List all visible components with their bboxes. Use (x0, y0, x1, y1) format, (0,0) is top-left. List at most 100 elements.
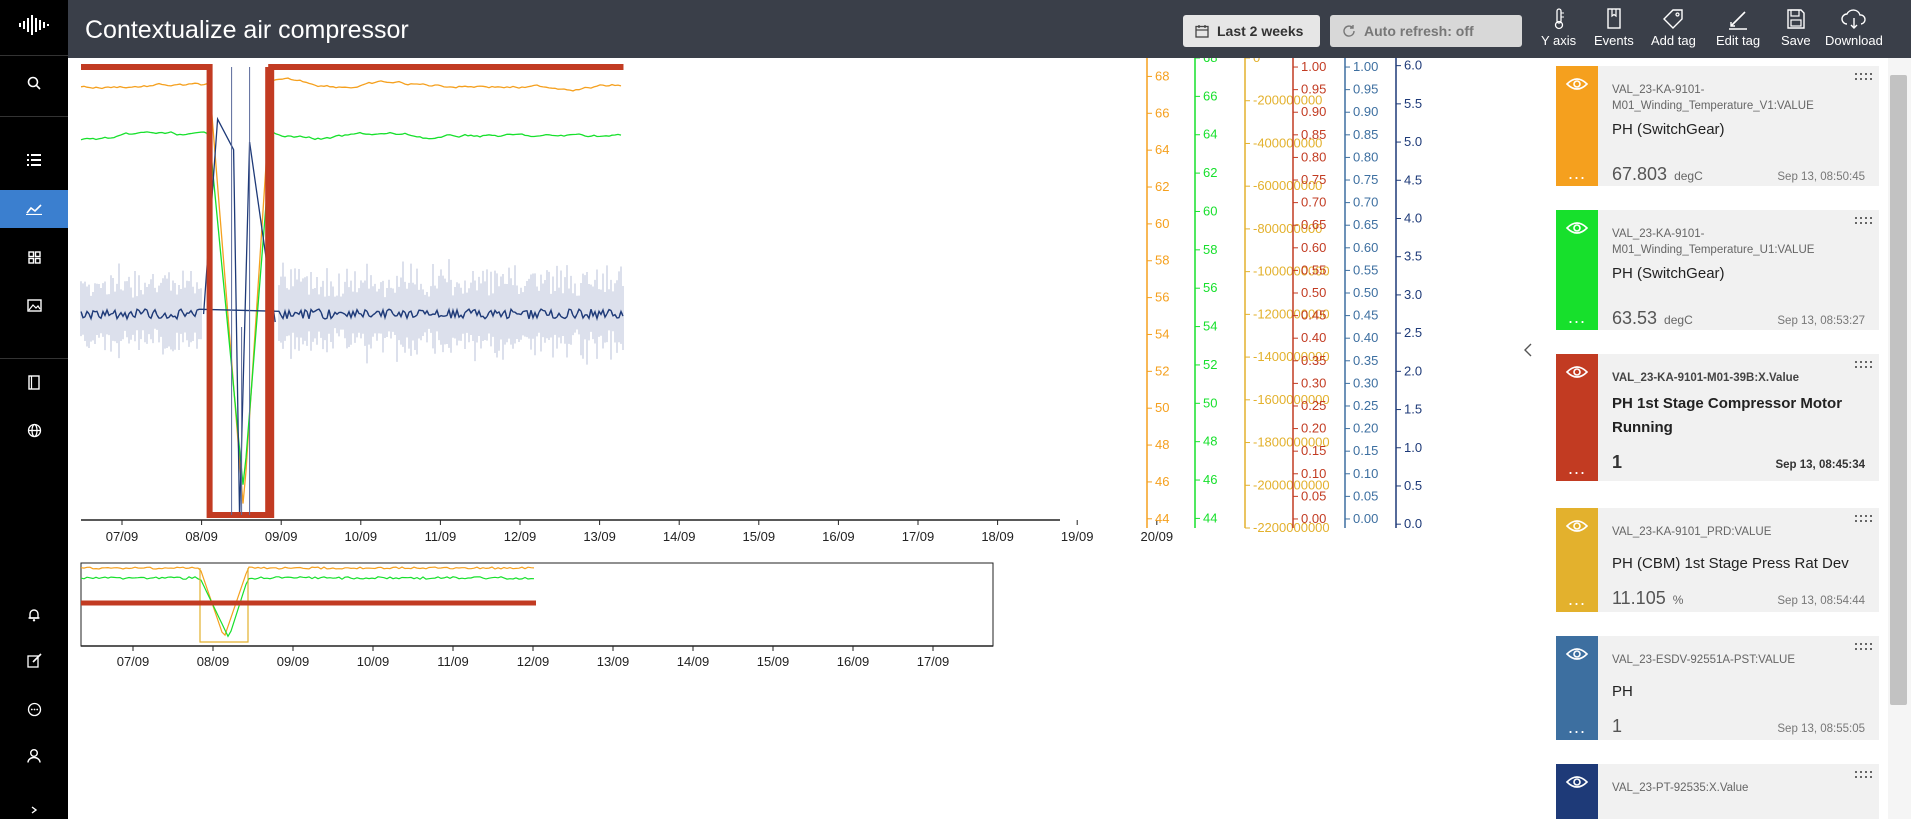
y-tick-label: 46 (1155, 474, 1169, 489)
more-options-icon[interactable]: ... (1568, 308, 1586, 326)
drag-handle-icon[interactable] (1855, 72, 1873, 82)
drag-handle-icon[interactable] (1855, 216, 1873, 226)
left-navigation (0, 0, 68, 819)
tag-card[interactable]: ... VAL_23-ESDV-92551A-PST:VALUE PH 1 Sep 13… (1556, 636, 1879, 740)
book-icon[interactable] (0, 363, 68, 401)
x-tick-label: 19/09 (1061, 529, 1094, 544)
edit-icon[interactable] (0, 641, 68, 679)
eye-icon[interactable] (1566, 220, 1588, 236)
tag-value-row: 63.53 degC Sep 13, 08:53:27 (1612, 308, 1865, 329)
drag-handle-icon[interactable] (1855, 642, 1873, 652)
overview-x-tick-label: 15/09 (757, 654, 790, 669)
eye-icon[interactable] (1566, 774, 1588, 790)
y-tick-label: 0.70 (1353, 195, 1378, 210)
y-tick-label: 5.0 (1404, 134, 1422, 149)
auto-refresh-label: Auto refresh: off (1364, 23, 1474, 39)
add-tag-button[interactable]: Add tag (1651, 8, 1696, 48)
grid-icon[interactable] (0, 238, 68, 276)
user-icon[interactable] (0, 736, 68, 774)
globe-icon[interactable] (0, 411, 68, 449)
x-tick-label: 13/09 (583, 529, 616, 544)
y-tick-label: 0.20 (1353, 421, 1378, 436)
y-tick-label: 0.90 (1301, 104, 1326, 119)
y-tick-label: 0.65 (1301, 217, 1326, 232)
save-icon (1787, 9, 1805, 29)
bell-icon[interactable] (0, 595, 68, 633)
more-options-icon[interactable]: ... (1568, 590, 1586, 608)
eye-icon[interactable] (1566, 646, 1588, 662)
save-button[interactable]: Save (1781, 8, 1811, 48)
chat-icon[interactable] (0, 690, 68, 728)
y-tick-label: 50 (1155, 400, 1169, 415)
y-tick-label: 4.0 (1404, 210, 1422, 225)
y-tick-label: 0.90 (1353, 104, 1378, 119)
tag-card[interactable]: ... VAL_23-KA-9101-M01-39B:X.Value PH 1st … (1556, 354, 1879, 481)
tag-value-row: 11.105% Sep 13, 08:54:44 (1612, 588, 1865, 609)
overview-x-tick-label: 16/09 (837, 654, 870, 669)
tag-card[interactable]: ... VAL_23-KA-9101-M01_Winding_Temperatur… (1556, 66, 1879, 186)
search-icon[interactable] (0, 64, 68, 102)
tag-color-strip[interactable]: ... (1556, 210, 1598, 330)
drag-handle-icon[interactable] (1855, 360, 1873, 370)
tag-color-strip[interactable]: ... (1556, 636, 1598, 740)
y-tick-label: 68 (1155, 68, 1169, 83)
overview-x-tick-label: 10/09 (357, 654, 390, 669)
tag-icon (1663, 9, 1684, 29)
y-tick-label: 56 (1203, 280, 1217, 295)
y-tick-label: 0.30 (1301, 375, 1326, 390)
download-button[interactable]: Download (1825, 8, 1883, 48)
y-tick-label: 0.35 (1353, 353, 1378, 368)
y-tick-label: 68 (1203, 58, 1217, 65)
panel-scrollbar-thumb[interactable] (1890, 75, 1907, 705)
x-tick-label: 12/09 (504, 529, 537, 544)
y-tick-label: 0.65 (1353, 217, 1378, 232)
tag-timestamp: Sep 13, 08:53:27 (1777, 315, 1865, 327)
more-options-icon[interactable]: ... (1568, 164, 1586, 182)
tag-value: 1 (1612, 452, 1623, 472)
tag-color-strip[interactable]: ... (1556, 508, 1598, 612)
main-chart[interactable]: 07/09 08/09 09/09 10/09 11/09 12/09 13/09 14/09… (68, 50, 1520, 819)
image-icon[interactable] (0, 286, 68, 324)
tag-card[interactable]: ... VAL_23-KA-9101_PRD:VALUE PH (CBM) 1st … (1556, 508, 1879, 612)
y-axis-label: Y axis (1541, 33, 1577, 48)
tag-color-strip[interactable]: ... (1556, 354, 1598, 481)
eye-icon[interactable] (1566, 76, 1588, 92)
logo-icon[interactable] (0, 5, 68, 45)
line-chart-icon[interactable] (0, 190, 68, 228)
y-tick-label: 2.5 (1404, 325, 1422, 340)
tag-color-strip[interactable]: ... (1556, 764, 1598, 819)
edit-tag-button[interactable]: Edit tag (1716, 8, 1760, 48)
y-tick-label: 46 (1203, 472, 1217, 487)
y-tick-label: 0.00 (1353, 511, 1378, 526)
y-tick-label: 0.55 (1353, 262, 1378, 277)
tag-color-strip[interactable]: ... (1556, 66, 1598, 186)
overview-x-tick-label: 14/09 (677, 654, 710, 669)
y-tick-label: 48 (1203, 434, 1217, 449)
chart-area[interactable]: 07/09 08/09 09/09 10/09 11/09 12/09 13/09 14/09… (68, 50, 1520, 819)
y-tick-label: 0.05 (1353, 488, 1378, 503)
auto-refresh-button[interactable]: Auto refresh: off (1330, 15, 1522, 47)
time-range-button[interactable]: Last 2 weeks (1183, 15, 1320, 47)
expand-nav-icon[interactable] (0, 800, 68, 819)
events-button[interactable]: Events (1594, 8, 1634, 48)
tag-card[interactable]: ... VAL_23-KA-9101-M01_Winding_Temperatur… (1556, 210, 1879, 330)
y-tick-label: 66 (1203, 88, 1217, 103)
x-tick-label: 16/09 (822, 529, 855, 544)
collapse-panel-button[interactable] (1520, 340, 1536, 360)
list-icon[interactable] (0, 141, 68, 179)
y-tick-label: 0.70 (1301, 195, 1326, 210)
drag-handle-icon[interactable] (1855, 770, 1873, 780)
eye-icon[interactable] (1566, 518, 1588, 534)
more-options-icon[interactable]: ... (1568, 718, 1586, 736)
y-tick-label: 52 (1155, 363, 1169, 378)
drag-handle-icon[interactable] (1855, 514, 1873, 524)
top-bar: Contextualize air compressor Last 2 week… (68, 0, 1911, 58)
tag-card[interactable]: ... VAL_23-PT-92535:X.Value (1556, 764, 1879, 819)
y-tick-label: 0.25 (1353, 398, 1378, 413)
y-axis-button[interactable]: Y axis (1541, 8, 1576, 48)
y-tick-label: 1.0 (1404, 440, 1422, 455)
more-options-icon[interactable]: ... (1568, 459, 1586, 477)
y-tick-label: 0.85 (1353, 127, 1378, 142)
eye-icon[interactable] (1566, 364, 1588, 380)
y-tick-label: 1.00 (1353, 59, 1378, 74)
